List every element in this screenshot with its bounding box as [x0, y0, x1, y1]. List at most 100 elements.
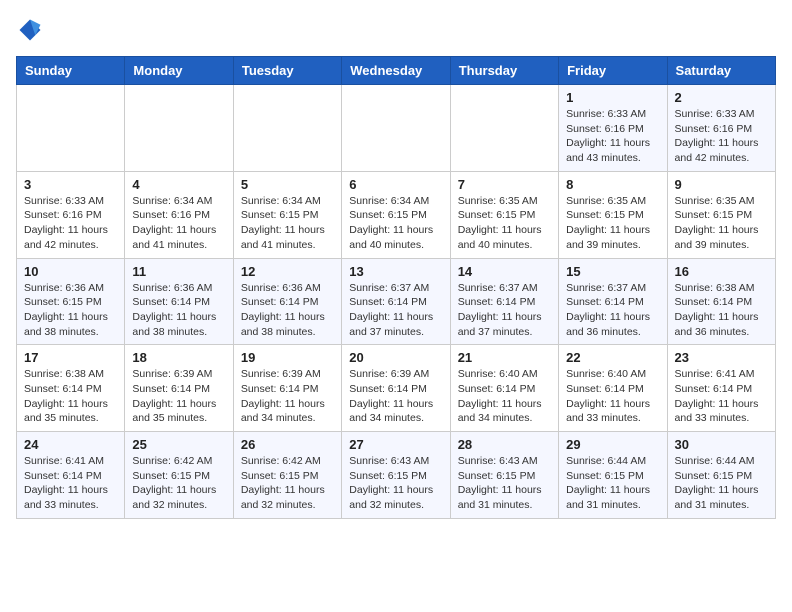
day-info: Sunrise: 6:34 AM Sunset: 6:15 PM Dayligh…	[241, 194, 334, 253]
calendar-cell: 6Sunrise: 6:34 AM Sunset: 6:15 PM Daylig…	[342, 171, 450, 258]
day-number: 20	[349, 350, 442, 365]
day-info: Sunrise: 6:38 AM Sunset: 6:14 PM Dayligh…	[675, 281, 768, 340]
day-info: Sunrise: 6:39 AM Sunset: 6:14 PM Dayligh…	[349, 367, 442, 426]
day-header-friday: Friday	[559, 57, 667, 85]
day-info: Sunrise: 6:43 AM Sunset: 6:15 PM Dayligh…	[349, 454, 442, 513]
calendar-cell: 28 Sunrise: 6:43 AM Sunset: 6:15 PM Dayli…	[450, 432, 558, 519]
day-info: Sunrise: 6:43 AM Sunset: 6:15 PM Dayligh…	[458, 454, 551, 513]
calendar-cell: 23 Sunrise: 6:41 AM Sunset: 6:14 PM Dayli…	[667, 345, 775, 432]
day-number: 15	[566, 264, 659, 279]
day-number: 3	[24, 177, 117, 192]
day-number: 7	[458, 177, 551, 192]
day-info: Sunrise: 6:36 AM Sunset: 6:14 PM Dayligh…	[132, 281, 225, 340]
logo	[16, 16, 48, 44]
day-info: Sunrise: 6:35 AM Sunset: 6:15 PM Dayligh…	[458, 194, 551, 253]
calendar-cell: 29 Sunrise: 6:44 AM Sunset: 6:15 PM Dayli…	[559, 432, 667, 519]
day-number: 14	[458, 264, 551, 279]
day-number: 30	[675, 437, 768, 452]
day-number: 29	[566, 437, 659, 452]
calendar-cell: 22Sunrise: 6:40 AM Sunset: 6:14 PM Dayli…	[559, 345, 667, 432]
calendar-cell: 8 Sunrise: 6:35 AM Sunset: 6:15 PM Daylig…	[559, 171, 667, 258]
calendar-cell: 11 Sunrise: 6:36 AM Sunset: 6:14 PM Dayli…	[125, 258, 233, 345]
day-header-wednesday: Wednesday	[342, 57, 450, 85]
day-info: Sunrise: 6:41 AM Sunset: 6:14 PM Dayligh…	[24, 454, 117, 513]
calendar-cell	[342, 85, 450, 172]
calendar-cell: 2 Sunrise: 6:33 AM Sunset: 6:16 PM Daylig…	[667, 85, 775, 172]
day-number: 27	[349, 437, 442, 452]
calendar-cell: 12 Sunrise: 6:36 AM Sunset: 6:14 PM Dayli…	[233, 258, 341, 345]
day-info: Sunrise: 6:40 AM Sunset: 6:14 PM Dayligh…	[458, 367, 551, 426]
calendar-cell: 14 Sunrise: 6:37 AM Sunset: 6:14 PM Dayli…	[450, 258, 558, 345]
day-number: 16	[675, 264, 768, 279]
calendar-cell: 20 Sunrise: 6:39 AM Sunset: 6:14 PM Dayli…	[342, 345, 450, 432]
day-info: Sunrise: 6:35 AM Sunset: 6:15 PM Dayligh…	[566, 194, 659, 253]
calendar-week-1: 1 Sunrise: 6:33 AM Sunset: 6:16 PM Daylig…	[17, 85, 776, 172]
day-number: 6	[349, 177, 442, 192]
day-number: 23	[675, 350, 768, 365]
day-number: 24	[24, 437, 117, 452]
logo-icon	[16, 16, 44, 44]
day-info: Sunrise: 6:37 AM Sunset: 6:14 PM Dayligh…	[458, 281, 551, 340]
day-info: Sunrise: 6:44 AM Sunset: 6:15 PM Dayligh…	[566, 454, 659, 513]
calendar-cell: 24 Sunrise: 6:41 AM Sunset: 6:14 PM Dayli…	[17, 432, 125, 519]
calendar-table: SundayMondayTuesdayWednesdayThursdayFrid…	[16, 56, 776, 519]
day-info: Sunrise: 6:37 AM Sunset: 6:14 PM Dayligh…	[566, 281, 659, 340]
calendar-cell: 30Sunrise: 6:44 AM Sunset: 6:15 PM Dayli…	[667, 432, 775, 519]
day-number: 8	[566, 177, 659, 192]
calendar-cell	[450, 85, 558, 172]
calendar-week-2: 3 Sunrise: 6:33 AM Sunset: 6:16 PM Daylig…	[17, 171, 776, 258]
calendar-cell: 13 Sunrise: 6:37 AM Sunset: 6:14 PM Dayli…	[342, 258, 450, 345]
calendar-cell: 7 Sunrise: 6:35 AM Sunset: 6:15 PM Daylig…	[450, 171, 558, 258]
day-number: 18	[132, 350, 225, 365]
day-number: 4	[132, 177, 225, 192]
calendar-week-4: 17 Sunrise: 6:38 AM Sunset: 6:14 PM Dayli…	[17, 345, 776, 432]
day-number: 12	[241, 264, 334, 279]
day-info: Sunrise: 6:41 AM Sunset: 6:14 PM Dayligh…	[675, 367, 768, 426]
day-number: 22	[566, 350, 659, 365]
calendar-cell: 27 Sunrise: 6:43 AM Sunset: 6:15 PM Dayli…	[342, 432, 450, 519]
day-number: 13	[349, 264, 442, 279]
day-number: 2	[675, 90, 768, 105]
day-info: Sunrise: 6:36 AM Sunset: 6:14 PM Dayligh…	[241, 281, 334, 340]
calendar-cell: 1Sunrise: 6:33 AM Sunset: 6:16 PM Daylig…	[559, 85, 667, 172]
day-number: 9	[675, 177, 768, 192]
day-header-sunday: Sunday	[17, 57, 125, 85]
day-number: 19	[241, 350, 334, 365]
day-info: Sunrise: 6:33 AM Sunset: 6:16 PM Dayligh…	[24, 194, 117, 253]
calendar-header-row: SundayMondayTuesdayWednesdayThursdayFrid…	[17, 57, 776, 85]
calendar-week-5: 24 Sunrise: 6:41 AM Sunset: 6:14 PM Dayli…	[17, 432, 776, 519]
day-header-monday: Monday	[125, 57, 233, 85]
day-number: 26	[241, 437, 334, 452]
day-info: Sunrise: 6:33 AM Sunset: 6:16 PM Dayligh…	[675, 107, 768, 166]
day-number: 10	[24, 264, 117, 279]
day-number: 25	[132, 437, 225, 452]
calendar-cell: 4 Sunrise: 6:34 AM Sunset: 6:16 PM Daylig…	[125, 171, 233, 258]
calendar-cell: 9Sunrise: 6:35 AM Sunset: 6:15 PM Daylig…	[667, 171, 775, 258]
day-header-saturday: Saturday	[667, 57, 775, 85]
day-info: Sunrise: 6:37 AM Sunset: 6:14 PM Dayligh…	[349, 281, 442, 340]
day-info: Sunrise: 6:39 AM Sunset: 6:14 PM Dayligh…	[241, 367, 334, 426]
calendar-cell: 16 Sunrise: 6:38 AM Sunset: 6:14 PM Dayli…	[667, 258, 775, 345]
day-number: 1	[566, 90, 659, 105]
calendar-cell: 15 Sunrise: 6:37 AM Sunset: 6:14 PM Dayli…	[559, 258, 667, 345]
day-info: Sunrise: 6:42 AM Sunset: 6:15 PM Dayligh…	[241, 454, 334, 513]
calendar-cell: 3 Sunrise: 6:33 AM Sunset: 6:16 PM Daylig…	[17, 171, 125, 258]
calendar-cell: 19 Sunrise: 6:39 AM Sunset: 6:14 PM Dayli…	[233, 345, 341, 432]
calendar-cell: 25 Sunrise: 6:42 AM Sunset: 6:15 PM Dayli…	[125, 432, 233, 519]
day-number: 17	[24, 350, 117, 365]
day-info: Sunrise: 6:34 AM Sunset: 6:16 PM Dayligh…	[132, 194, 225, 253]
day-number: 11	[132, 264, 225, 279]
day-info: Sunrise: 6:38 AM Sunset: 6:14 PM Dayligh…	[24, 367, 117, 426]
day-number: 28	[458, 437, 551, 452]
calendar-cell: 21Sunrise: 6:40 AM Sunset: 6:14 PM Dayli…	[450, 345, 558, 432]
calendar-cell: 10Sunrise: 6:36 AM Sunset: 6:15 PM Dayli…	[17, 258, 125, 345]
calendar-cell: 17 Sunrise: 6:38 AM Sunset: 6:14 PM Dayli…	[17, 345, 125, 432]
calendar-week-3: 10Sunrise: 6:36 AM Sunset: 6:15 PM Dayli…	[17, 258, 776, 345]
day-header-thursday: Thursday	[450, 57, 558, 85]
day-info: Sunrise: 6:42 AM Sunset: 6:15 PM Dayligh…	[132, 454, 225, 513]
day-info: Sunrise: 6:39 AM Sunset: 6:14 PM Dayligh…	[132, 367, 225, 426]
day-header-tuesday: Tuesday	[233, 57, 341, 85]
day-number: 5	[241, 177, 334, 192]
calendar-cell: 5 Sunrise: 6:34 AM Sunset: 6:15 PM Daylig…	[233, 171, 341, 258]
calendar-cell	[125, 85, 233, 172]
